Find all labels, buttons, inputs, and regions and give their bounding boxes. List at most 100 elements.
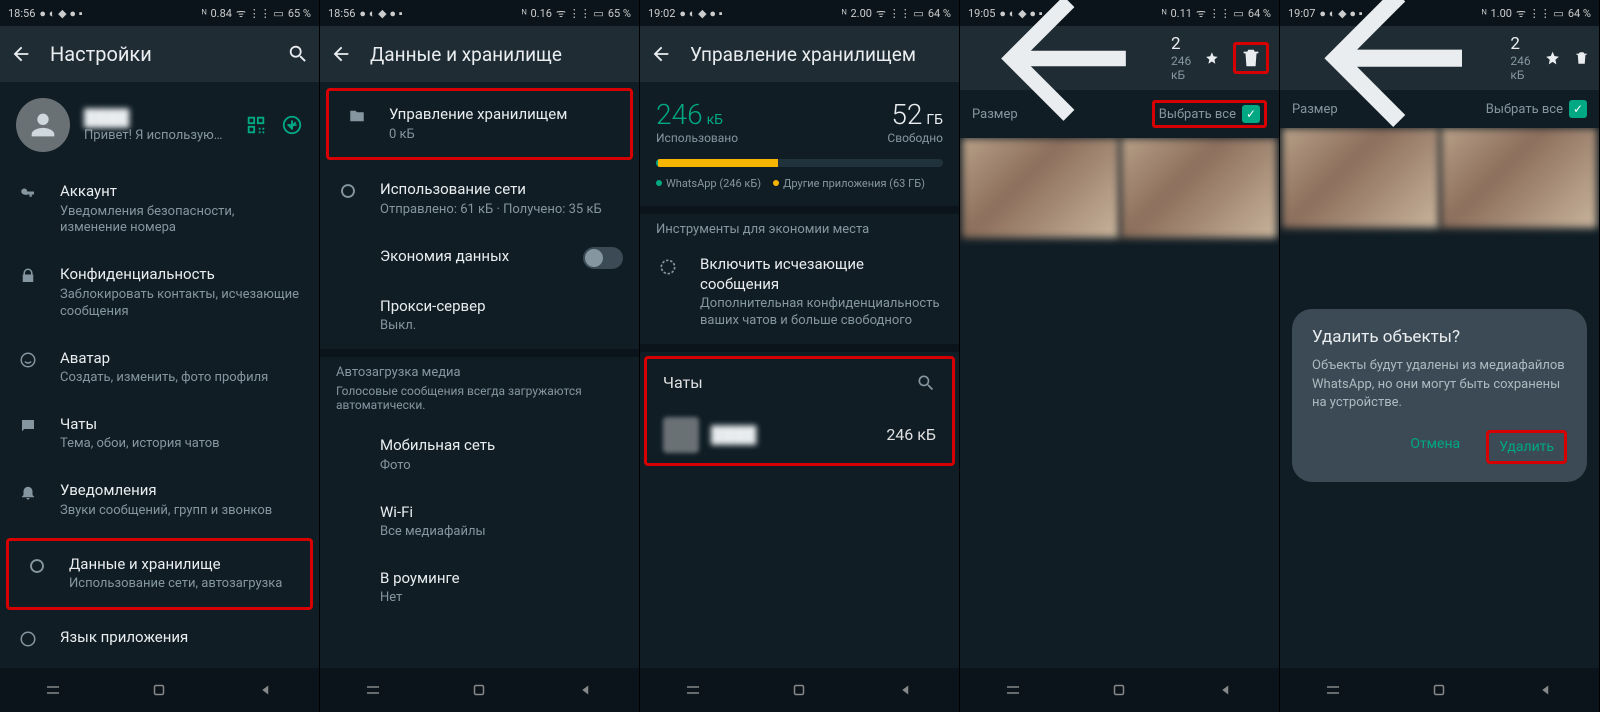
page-title: Управление хранилищем (690, 43, 949, 66)
nav-back-icon[interactable] (257, 681, 275, 699)
nav-recent-icon[interactable] (364, 681, 382, 699)
nav-recent-icon[interactable] (684, 681, 702, 699)
back-arrow-icon[interactable] (10, 43, 32, 65)
delete-dialog-screen: 19:07● ◐ ◆ ● ▪ ᴺ1.00ᯤ ⋮⋮ ▭64 % 2 246 кБ … (1280, 0, 1600, 712)
folder-icon (348, 107, 366, 125)
android-navbar (0, 668, 319, 712)
used-value: 246 (656, 98, 703, 131)
disappearing-messages-item[interactable]: Включить исчезающие сообщенияДополнитель… (640, 241, 959, 344)
chat-row[interactable]: ████ 246 кБ (647, 407, 952, 463)
settings-header: Настройки (0, 26, 319, 82)
profile-name: ████ (84, 108, 231, 128)
bell-icon (19, 483, 37, 501)
proxy-item[interactable]: Прокси-серверВыкл. (320, 283, 639, 349)
storage-header: Данные и хранилище (320, 26, 639, 82)
select-all-checkbox[interactable]: ✓ (1242, 105, 1260, 123)
qr-icon[interactable] (245, 114, 267, 136)
selection-header: 2 246 кБ (1280, 26, 1599, 90)
trash-icon[interactable] (1574, 47, 1589, 69)
roaming-item[interactable]: В роумингеНет (320, 555, 639, 621)
search-icon[interactable] (916, 373, 936, 393)
trash-icon (1240, 47, 1262, 69)
avatar (16, 98, 70, 152)
android-navbar (640, 668, 959, 712)
search-icon[interactable] (287, 43, 309, 65)
android-navbar (1280, 668, 1599, 712)
settings-item-chats[interactable]: ЧатыТема, обои, история чатов (0, 401, 319, 467)
status-bar: 18:56● ◐ ◆ ● ▪ ᴺ0.16ᯤ ⋮⋮ ▭65 % (320, 0, 639, 26)
smile-icon (19, 351, 37, 369)
delete-dialog: Удалить объекты? Объекты будут удалены и… (1292, 309, 1587, 482)
delete-button[interactable]: Удалить (1486, 430, 1567, 464)
manage-header: Управление хранилищем (640, 26, 959, 82)
media-thumbnail[interactable] (1282, 128, 1439, 228)
dialog-title: Удалить объекты? (1312, 327, 1567, 347)
select-all-highlighted[interactable]: Выбрать все ✓ (1152, 100, 1267, 128)
nav-home-icon[interactable] (790, 681, 808, 699)
media-thumbnail[interactable] (962, 138, 1119, 238)
settings-item-notifications[interactable]: УведомленияЗвуки сообщений, групп и звон… (0, 467, 319, 533)
mobile-data-item[interactable]: Мобильная сетьФото (320, 422, 639, 488)
settings-item-privacy[interactable]: КонфиденциальностьЗаблокировать контакты… (0, 251, 319, 334)
data-usage-icon (28, 557, 46, 575)
nav-home-icon[interactable] (470, 681, 488, 699)
cancel-button[interactable]: Отмена (1402, 430, 1468, 464)
chat-icon (19, 417, 37, 435)
star-icon[interactable] (1545, 47, 1560, 69)
status-bar: 18:56● ◐ ◆ ● ▪ ᴺ0.84ᯤ ⋮⋮ ▭65 % (0, 0, 319, 26)
nav-back-icon[interactable] (897, 681, 915, 699)
network-usage-item[interactable]: Использование сетиОтправлено: 61 кБ · По… (320, 166, 639, 232)
delete-button-highlighted[interactable] (1233, 42, 1269, 74)
page-title: Настройки (50, 42, 269, 66)
settings-item-account[interactable]: АккаунтУведомления безопасности, изменен… (0, 168, 319, 251)
android-navbar (320, 668, 639, 712)
manage-storage-screen: 19:02● ◐ ◆ ● ▪ ᴺ2.00ᯤ ⋮⋮ ▭64 % Управлени… (640, 0, 960, 712)
data-storage-screen: 18:56● ◐ ◆ ● ▪ ᴺ0.16ᯤ ⋮⋮ ▭65 % Данные и … (320, 0, 640, 712)
nav-home-icon[interactable] (1430, 681, 1448, 699)
nav-home-icon[interactable] (150, 681, 168, 699)
wifi-item[interactable]: Wi-FiВсе медиафайлы (320, 489, 639, 555)
star-icon[interactable] (1205, 47, 1219, 69)
lock-icon (19, 267, 37, 285)
selection-count: 2 (1171, 34, 1191, 54)
chat-thumbnail (663, 417, 699, 453)
page-title: Данные и хранилище (370, 43, 629, 66)
back-arrow-icon[interactable] (330, 43, 352, 65)
select-all-checkbox[interactable]: ✓ (1569, 100, 1587, 118)
manage-storage-item[interactable]: Управление хранилищем0 кБ (326, 88, 633, 160)
chats-header: Чаты (663, 373, 703, 392)
selection-count: 2 (1510, 34, 1530, 54)
section-header: Автозагрузка медиа (320, 357, 639, 384)
nav-back-icon[interactable] (1217, 681, 1235, 699)
status-bar: 19:02● ◐ ◆ ● ▪ ᴺ2.00ᯤ ⋮⋮ ▭64 % (640, 0, 959, 26)
nav-recent-icon[interactable] (1324, 681, 1342, 699)
back-arrow-icon[interactable] (650, 43, 672, 65)
selection-screen: 19:05● ◐ ◆ ● ▪ ᴺ0.11ᯤ ⋮⋮ ▭64 % 2 246 кБ … (960, 0, 1280, 712)
media-grid (1280, 128, 1599, 228)
data-saver-item[interactable]: Экономия данных (320, 233, 639, 283)
settings-item-language[interactable]: Язык приложения (0, 614, 319, 662)
nav-recent-icon[interactable] (44, 681, 62, 699)
settings-item-avatar[interactable]: АватарСоздать, изменить, фото профиля (0, 335, 319, 401)
dialog-body: Объекты будут удалены из медиафайлов Wha… (1312, 357, 1567, 412)
globe-icon (19, 630, 37, 648)
profile-status: Привет! Я использую… (84, 128, 231, 143)
size-label: Размер (1292, 102, 1338, 117)
settings-item-storage[interactable]: Данные и хранилищеИспользование сети, ав… (6, 538, 313, 610)
timer-icon (658, 257, 678, 277)
size-label: Размер (972, 107, 1018, 122)
add-circle-icon[interactable] (281, 114, 303, 136)
key-icon (19, 184, 37, 202)
media-thumbnail[interactable] (1441, 128, 1598, 228)
profile-row[interactable]: ████ Привет! Я использую… (0, 82, 319, 168)
nav-home-icon[interactable] (1110, 681, 1128, 699)
android-navbar (960, 668, 1279, 712)
nav-back-icon[interactable] (1537, 681, 1555, 699)
data-saver-toggle[interactable] (583, 247, 623, 269)
nav-recent-icon[interactable] (1004, 681, 1022, 699)
media-thumbnail[interactable] (1121, 138, 1278, 238)
selection-header: 2 246 кБ (960, 26, 1279, 90)
nav-back-icon[interactable] (577, 681, 595, 699)
media-grid (960, 138, 1279, 238)
settings-screen: 18:56● ◐ ◆ ● ▪ ᴺ0.84ᯤ ⋮⋮ ▭65 % Настройки… (0, 0, 320, 712)
